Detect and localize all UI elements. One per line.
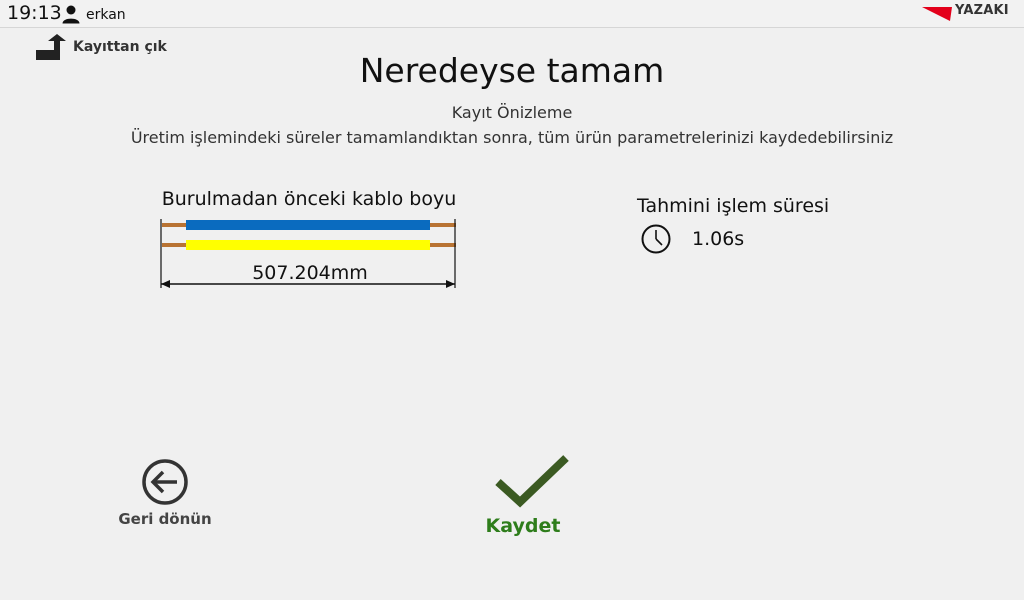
- wire-top-insulation: [186, 220, 430, 230]
- process-time-value: 1.06s: [692, 228, 745, 250]
- arrow-left-circle-icon: [142, 459, 188, 505]
- status-bar: 19:13 erkan YAZAKI: [0, 0, 1024, 28]
- user-icon: [62, 5, 80, 24]
- checkmark-icon: [495, 455, 569, 508]
- cable-length-value: 507.204mm: [252, 262, 368, 284]
- page-description: Üretim işlemindeki süreler tamamlandıkta…: [130, 128, 894, 147]
- cable-length-label: Burulmadan önceki kablo boyu: [161, 188, 457, 210]
- brand-logo-text: YAZAKI: [955, 3, 1009, 18]
- username: erkan: [86, 7, 126, 23]
- clock-time: 19:13: [7, 2, 62, 24]
- page-title: Neredeyse tamam: [359, 51, 665, 90]
- wire-bottom-insulation: [186, 240, 430, 250]
- back-button[interactable]: Geri dönün: [110, 455, 220, 535]
- save-button[interactable]: Kaydet: [470, 450, 580, 545]
- page-subtitle: Kayıt Önizleme: [451, 103, 573, 122]
- back-label: Geri dönün: [118, 510, 212, 528]
- clock-icon: [641, 224, 671, 254]
- process-time-label: Tahmini işlem süresi: [637, 195, 830, 217]
- save-label: Kaydet: [485, 515, 561, 537]
